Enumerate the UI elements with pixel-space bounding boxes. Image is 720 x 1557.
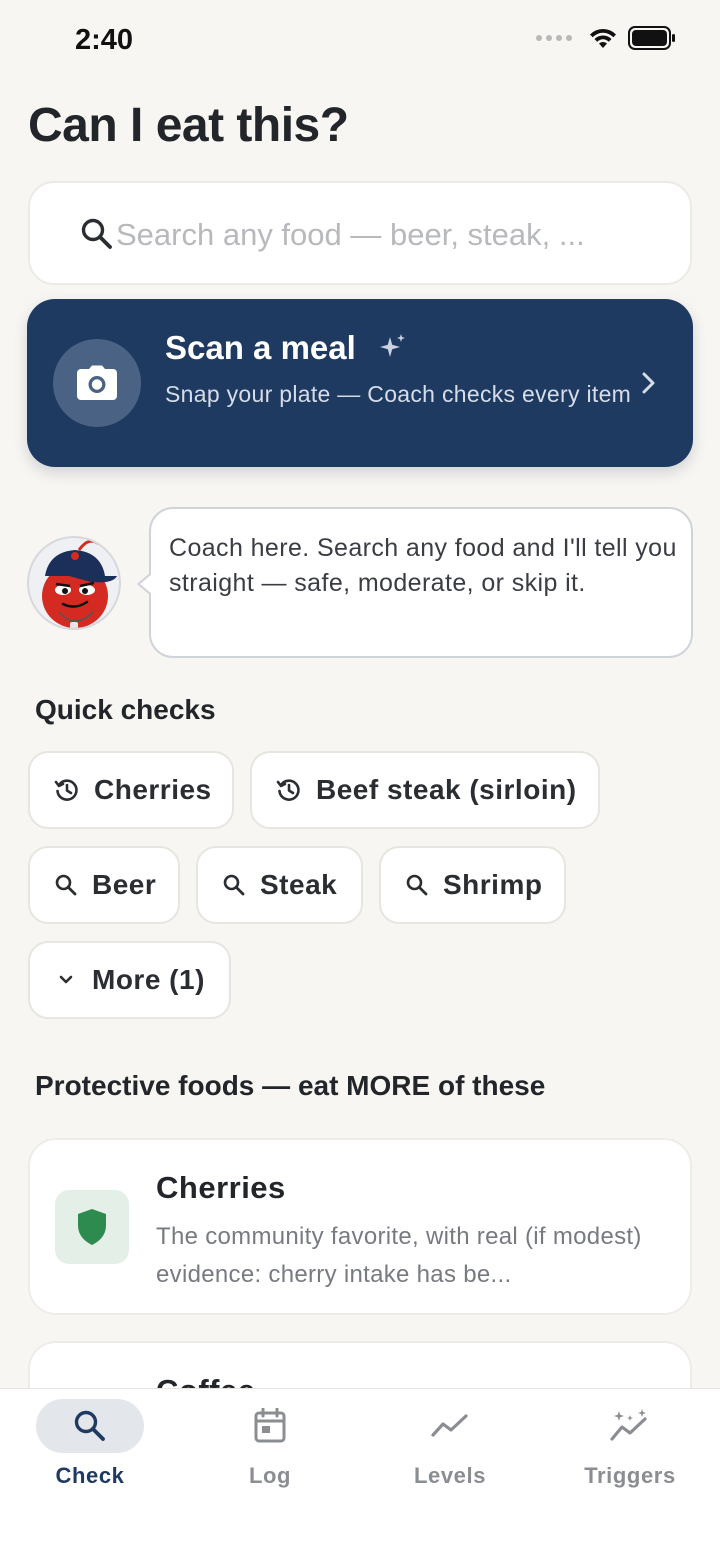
tab-label: Check <box>55 1463 125 1488</box>
food-icon-box <box>55 1190 129 1264</box>
tab-triggers[interactable]: Triggers <box>540 1399 720 1509</box>
coach-mascot-icon <box>42 539 117 628</box>
sparkle-icon <box>380 334 405 357</box>
coach-speech-bubble: Coach here. Search any food and I'll tel… <box>149 507 693 658</box>
status-bar: 2:40 <box>0 0 720 82</box>
history-icon <box>54 779 78 801</box>
tab-icon-pill <box>396 1399 504 1453</box>
chip-search-shrimp[interactable]: Shrimp <box>379 846 566 924</box>
quick-checks-title: Quick checks <box>35 694 216 725</box>
camera-icon <box>77 365 117 400</box>
chip-label: Cherries <box>94 774 212 805</box>
food-description: The community favorite, with real (if mo… <box>156 1223 642 1288</box>
more-chips-label: More (1) <box>92 964 205 995</box>
calendar-icon <box>254 1408 286 1443</box>
more-chips-button[interactable]: More (1) <box>28 941 231 1019</box>
coach-avatar <box>27 536 121 630</box>
battery-icon <box>628 26 675 50</box>
search-icon <box>55 874 77 896</box>
tab-label: Log <box>248 1463 292 1488</box>
chip-label: Steak <box>260 869 338 900</box>
chip-search-steak[interactable]: Steak <box>196 846 363 924</box>
search-icon <box>223 874 245 896</box>
search-box[interactable] <box>28 181 692 285</box>
trend-line-icon <box>431 1414 468 1437</box>
tab-label: Levels <box>413 1463 487 1488</box>
sparkle-trend-icon <box>610 1409 647 1441</box>
page-title: Can I eat this? <box>28 99 349 152</box>
tab-icon-pill <box>36 1399 144 1453</box>
protective-foods-title: Protective foods — eat MORE of these <box>35 1070 546 1101</box>
shield-icon <box>78 1209 106 1245</box>
chip-label: Beer <box>92 869 157 900</box>
status-time: 2:40 <box>75 24 134 56</box>
tab-log[interactable]: Log <box>180 1399 360 1509</box>
chevron-right-icon <box>642 372 655 394</box>
wifi-icon <box>590 28 616 48</box>
speech-bubble-tail-fill <box>140 574 152 594</box>
scan-meal-subtitle: Snap your plate — Coach checks every ite… <box>165 381 632 407</box>
search-icon <box>74 1410 105 1441</box>
scan-meal-title: Scan a meal <box>165 329 356 366</box>
tab-check[interactable]: Check <box>0 1399 180 1509</box>
chevron-down-icon <box>59 975 73 984</box>
history-icon <box>276 779 300 801</box>
cellular-signal-icon <box>536 35 572 41</box>
search-input[interactable] <box>116 213 676 257</box>
search-icon <box>81 218 112 249</box>
status-icons <box>536 26 676 50</box>
chip-search-beer[interactable]: Beer <box>28 846 180 924</box>
chip-recent-cherries[interactable]: Cherries <box>28 751 234 829</box>
tab-levels[interactable]: Levels <box>360 1399 540 1509</box>
food-card-cherries[interactable]: Cherries The community favorite, with re… <box>28 1138 692 1315</box>
tab-label: Triggers <box>584 1463 676 1488</box>
coach-message: Coach here. Search any food and I'll tel… <box>169 534 677 597</box>
tab-icon-pill <box>216 1399 324 1453</box>
tab-icon-pill <box>576 1399 684 1453</box>
chip-recent-beef-steak[interactable]: Beef steak (sirloin) <box>250 751 600 829</box>
search-icon <box>406 874 428 896</box>
scan-meal-card[interactable]: Scan a meal Snap your plate — Coach chec… <box>27 299 693 467</box>
bottom-tab-bar: Check Log Levels Triggers <box>0 1388 720 1557</box>
chip-label: Shrimp <box>443 869 543 900</box>
camera-icon-circle <box>53 339 141 427</box>
chip-label: Beef steak (sirloin) <box>316 774 577 805</box>
food-name: Cherries <box>156 1170 286 1205</box>
